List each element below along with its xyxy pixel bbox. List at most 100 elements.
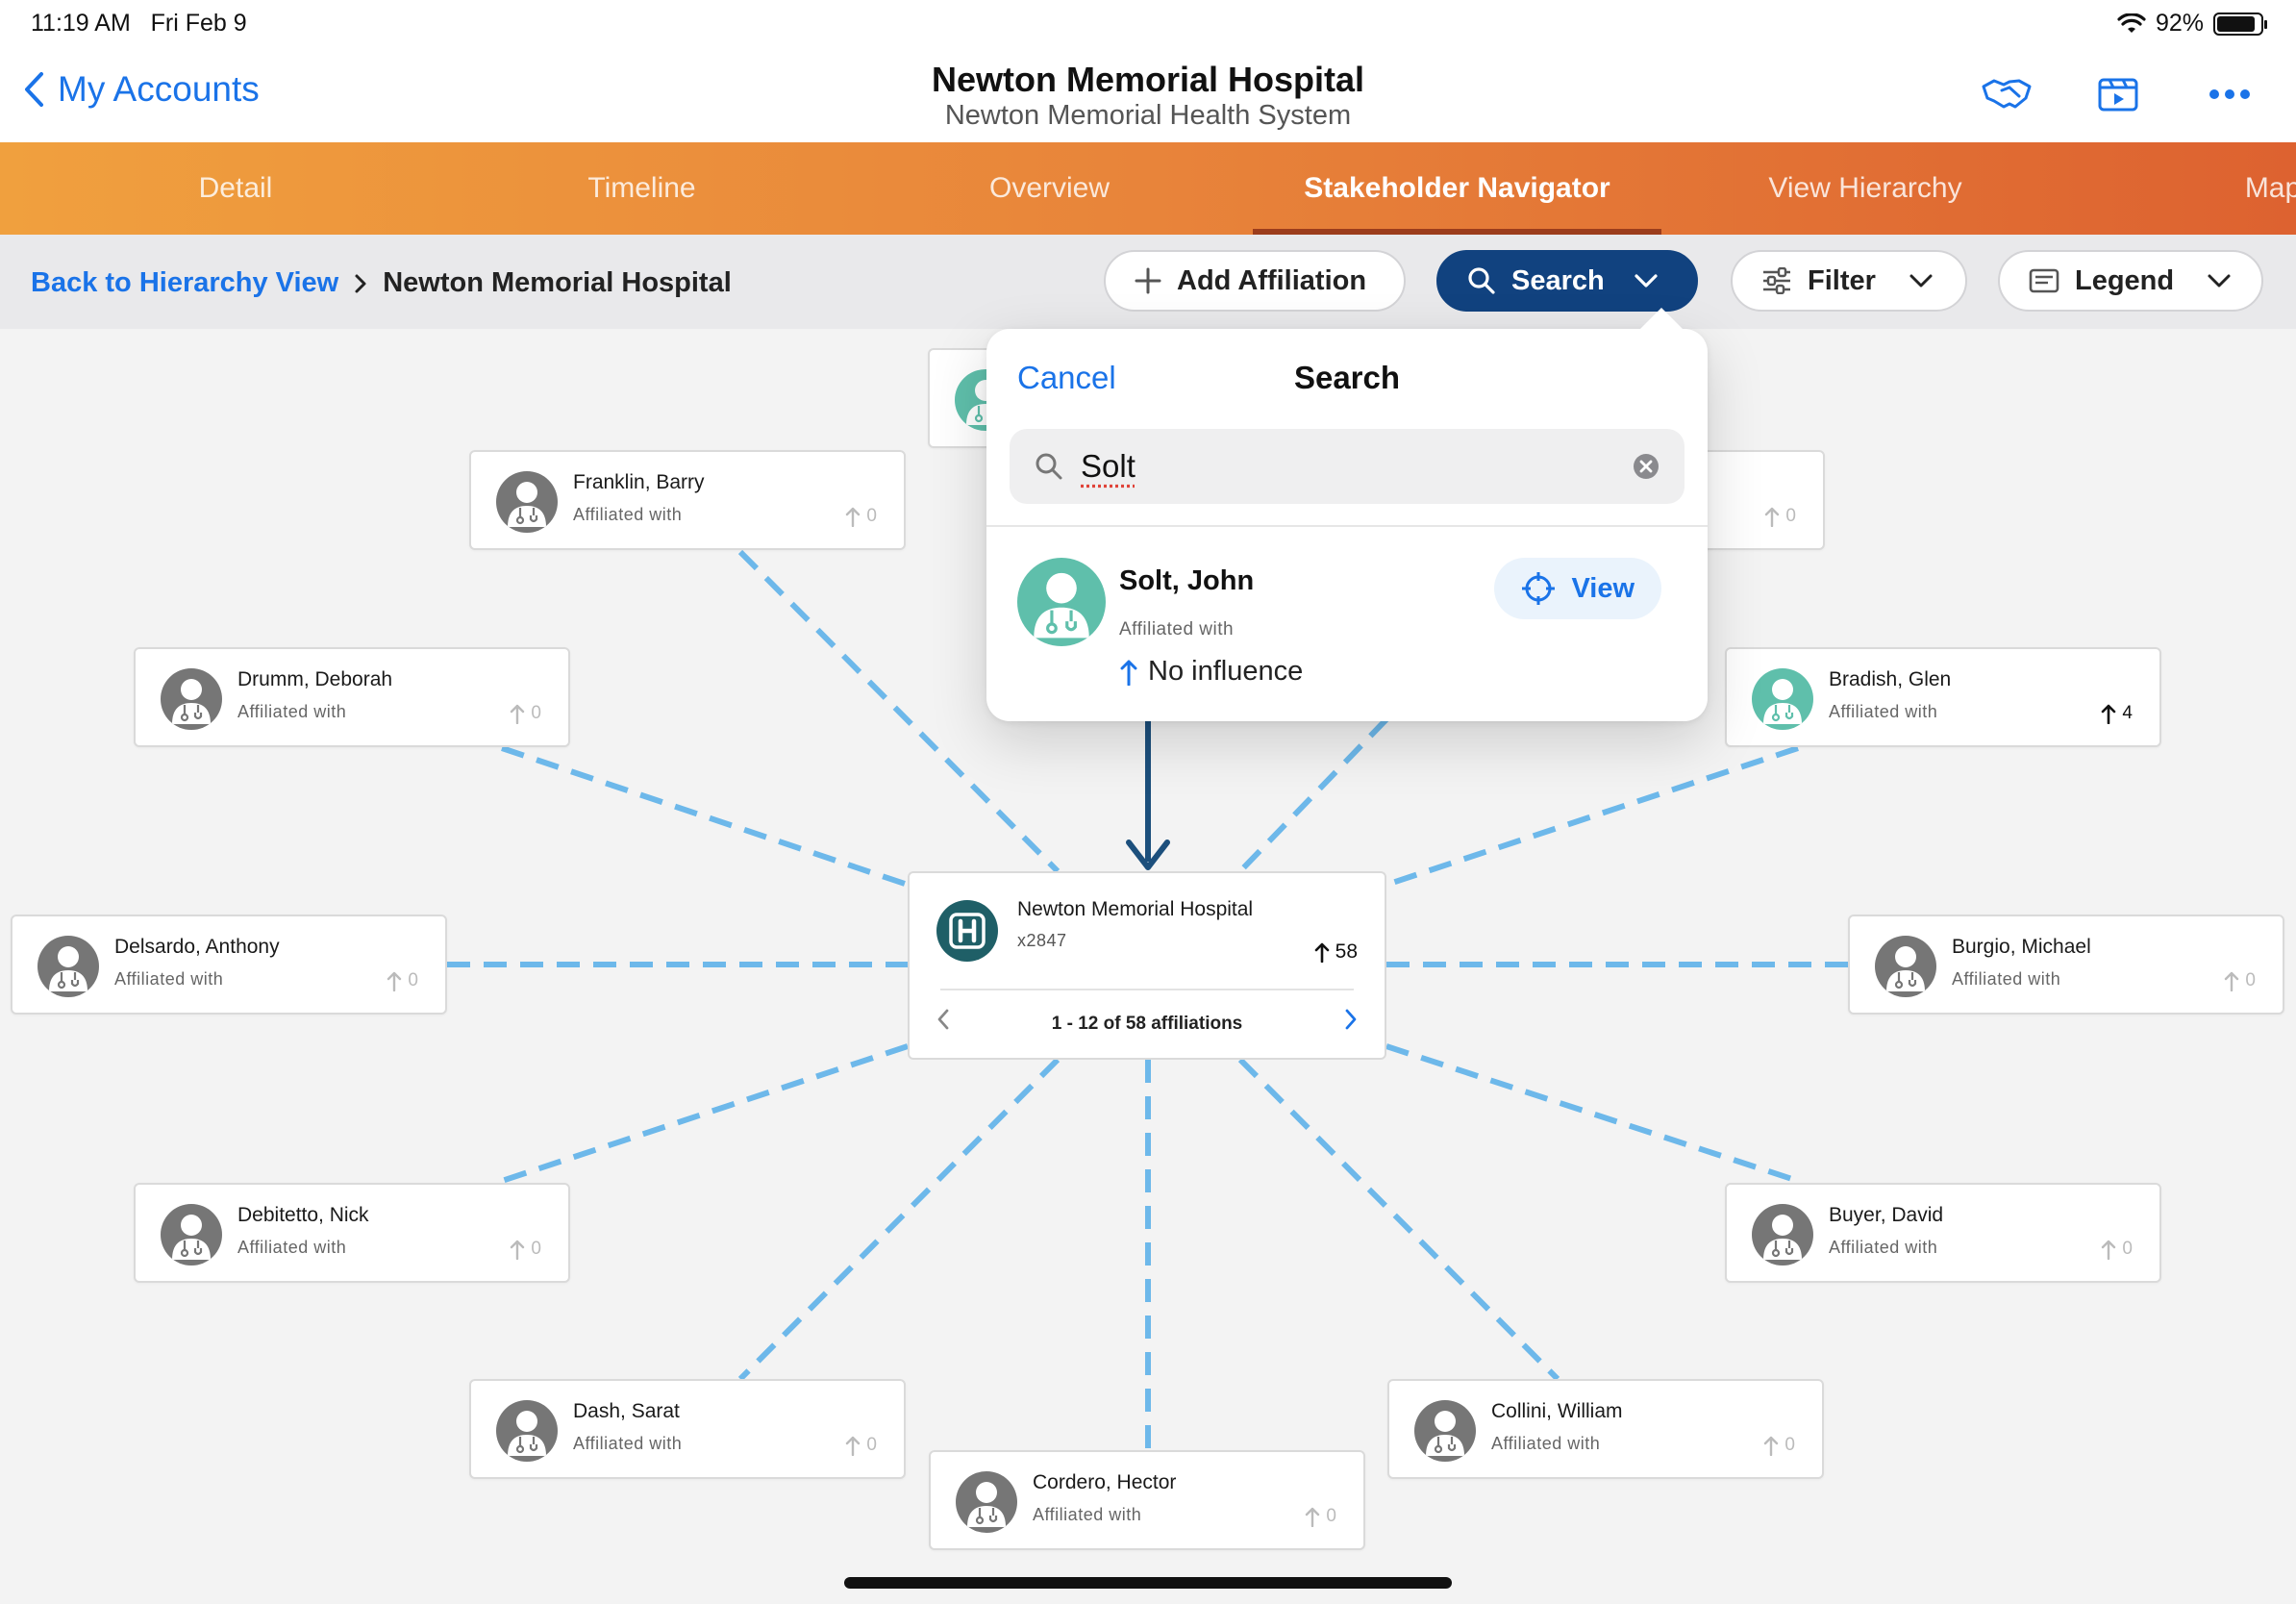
- hub-id: x2847: [1017, 931, 1067, 950]
- arrow-up-icon: [2225, 971, 2239, 991]
- chevron-right-icon: [355, 274, 366, 292]
- influence-count: 0: [2101, 1239, 2133, 1260]
- hub-name: Newton Memorial Hospital: [1017, 898, 1254, 920]
- connector-line: [1385, 1043, 1799, 1184]
- influence-value: 0: [1326, 1506, 1336, 1526]
- stakeholder-name: Franklin, Barry: [573, 471, 705, 493]
- hospital-hub-card[interactable]: Newton Memorial Hospital x2847 58 1 - 12…: [908, 871, 1386, 1060]
- stakeholder-card-burgio[interactable]: Burgio, Michael Affiliated with 0: [1848, 915, 2284, 1015]
- tab-timeline[interactable]: Timeline: [437, 142, 846, 235]
- view-label: View: [1571, 572, 1635, 604]
- stakeholder-name: Delsardo, Anthony: [114, 936, 280, 958]
- crosshair-icon: [1522, 572, 1556, 605]
- search-input[interactable]: Solt: [1081, 448, 1615, 485]
- search-button[interactable]: Search: [1436, 250, 1698, 312]
- view-button[interactable]: View: [1494, 558, 1661, 619]
- search-icon: [1468, 267, 1495, 294]
- affiliation-label: Affiliated with: [237, 1238, 347, 1257]
- status-time: 11:19 AM: [31, 10, 131, 37]
- selected-arrowhead: [1126, 840, 1170, 870]
- search-popover: Cancel Search Solt Solt, John Affiliated…: [986, 308, 1708, 721]
- avatar: [161, 668, 222, 730]
- result-affiliation: Affiliated with: [1119, 619, 1235, 639]
- affiliation-label: Affiliated with: [1952, 969, 2061, 989]
- influence-count: 0: [1763, 1435, 1795, 1456]
- influence-value: 0: [866, 506, 877, 526]
- connector-line: [1385, 745, 1799, 888]
- divider: [986, 525, 1708, 527]
- battery-percent: 92%: [2155, 10, 2204, 37]
- influence-count: 0: [510, 1239, 541, 1260]
- affiliation-label: Affiliated with: [573, 505, 683, 524]
- stakeholder-name: Bradish, Glen: [1829, 668, 1952, 690]
- stakeholder-name: Cordero, Hector: [1033, 1471, 1177, 1493]
- stakeholder-card-buyer[interactable]: Buyer, David Affiliated with 0: [1725, 1183, 2161, 1283]
- influence-value: 0: [531, 703, 541, 723]
- influence-value: 0: [2245, 970, 2256, 990]
- pagination-label: 1 - 12 of 58 affiliations: [1051, 1014, 1243, 1034]
- arrow-up-icon: [1764, 1436, 1779, 1456]
- wifi-icon: [2117, 13, 2146, 33]
- connector-line: [1237, 1057, 1560, 1382]
- add-affiliation-button[interactable]: Add Affiliation: [1104, 250, 1406, 312]
- result-influence-label: No influence: [1148, 656, 1304, 687]
- tab-overview[interactable]: Overview: [846, 142, 1253, 235]
- influence-count: 4: [2101, 703, 2133, 724]
- presentation-button[interactable]: [2090, 73, 2146, 115]
- more-button[interactable]: [2202, 73, 2258, 115]
- plus-icon: [1135, 267, 1161, 294]
- connector-line: [1237, 716, 1389, 874]
- avatar: [1875, 936, 1936, 997]
- tab-map[interactable]: Map: [2069, 142, 2296, 235]
- filter-label: Filter: [1808, 264, 1876, 296]
- clear-icon[interactable]: [1633, 453, 1660, 480]
- status-bar-right: 92%: [2117, 10, 2267, 38]
- stakeholder-name: Dash, Sarat: [573, 1400, 680, 1422]
- filter-button[interactable]: Filter: [1731, 250, 1967, 312]
- breadcrumb-back-link[interactable]: Back to Hierarchy View: [31, 267, 338, 299]
- stakeholder-card-drumm[interactable]: Drumm, Deborah Affiliated with 0: [134, 647, 570, 747]
- legend-button[interactable]: Legend: [1998, 250, 2263, 312]
- legend-icon: [2029, 268, 2059, 293]
- next-page-button[interactable]: [1344, 1008, 1358, 1036]
- handshake-button[interactable]: [1979, 73, 2034, 115]
- influence-value: 0: [531, 1239, 541, 1259]
- affiliation-label: Affiliated with: [573, 1434, 683, 1453]
- search-field[interactable]: Solt: [1010, 429, 1685, 504]
- top-bar: 11:19 AM Fri Feb 9 92% My Accounts Newto…: [0, 0, 2296, 142]
- result-influence: No influence: [1119, 656, 1303, 688]
- stakeholder-card-franklin[interactable]: Franklin, Barry Affiliated with 0: [469, 450, 906, 550]
- avatar: [956, 1471, 1017, 1533]
- toolbar: Back to Hierarchy View Newton Memorial H…: [0, 235, 2296, 329]
- stakeholder-name: Drumm, Deborah: [237, 668, 393, 690]
- arrow-up-icon: [846, 507, 861, 527]
- stakeholder-card-collini[interactable]: Collini, William Affiliated with 0: [1387, 1379, 1824, 1479]
- stakeholder-card-bradish[interactable]: Bradish, Glen Affiliated with 4: [1725, 647, 2161, 747]
- stakeholder-name: Burgio, Michael: [1952, 936, 2091, 958]
- arrow-up-icon: [387, 971, 402, 991]
- avatar: [1752, 1204, 1813, 1266]
- handshake-icon: [1982, 79, 2032, 109]
- tab-stakeholder-navigator[interactable]: Stakeholder Navigator: [1253, 142, 1661, 235]
- tab-view-hierarchy[interactable]: View Hierarchy: [1661, 142, 2069, 235]
- stakeholder-card-dash[interactable]: Dash, Sarat Affiliated with 0: [469, 1379, 906, 1479]
- stakeholder-card-debitetto[interactable]: Debitetto, Nick Affiliated with 0: [134, 1183, 570, 1283]
- popover-arrow: [1638, 308, 1685, 331]
- page-title: Newton Memorial Hospital: [931, 60, 1365, 99]
- influence-count: 0: [2224, 970, 2256, 991]
- stakeholder-card-cordero[interactable]: Cordero, Hector Affiliated with 0: [929, 1450, 1365, 1550]
- connector-line: [501, 1043, 909, 1184]
- legend-label: Legend: [2075, 264, 2175, 296]
- arrow-up-icon: [511, 704, 525, 724]
- tab-detail[interactable]: Detail: [29, 142, 442, 235]
- tab-bar: Detail Timeline Overview Stakeholder Nav…: [0, 142, 2296, 235]
- influence-count: 0: [845, 1435, 877, 1456]
- stakeholder-card-delsardo[interactable]: Delsardo, Anthony Affiliated with 0: [11, 915, 447, 1015]
- video-clip-icon: [2098, 78, 2138, 112]
- cancel-button[interactable]: Cancel: [1017, 360, 1116, 396]
- back-button[interactable]: My Accounts: [23, 69, 260, 110]
- influence-count: 0: [845, 506, 877, 527]
- search-label: Search: [1511, 264, 1605, 296]
- status-date: Fri Feb 9: [150, 10, 247, 37]
- arrow-up-icon: [2102, 1240, 2116, 1260]
